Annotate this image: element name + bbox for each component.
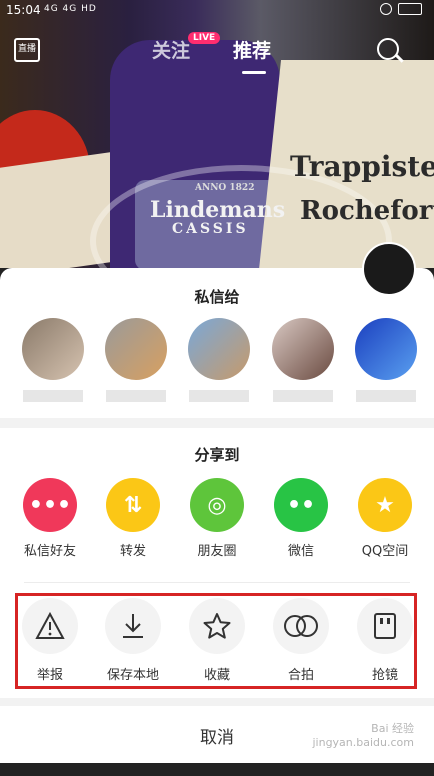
contact-avatar[interactable] (188, 318, 250, 380)
contact-avatar[interactable] (22, 318, 84, 380)
row-separator (24, 582, 410, 583)
live-tv-icon[interactable]: 直播 (14, 38, 40, 62)
contact-avatar[interactable] (272, 318, 334, 380)
tab-recommended[interactable]: 推荐 (233, 36, 271, 63)
status-right (380, 3, 422, 15)
status-time: 15:04 (6, 3, 41, 17)
moments-icon: ◎ (190, 478, 244, 532)
share-label: 微信 (287, 544, 314, 559)
rotation-lock-icon (380, 3, 392, 15)
share-label: QQ空间 (361, 544, 409, 559)
qzone-icon: ★ (358, 478, 412, 532)
search-icon[interactable] (377, 38, 399, 60)
share-label: 私信好友 (23, 544, 76, 559)
bg-trappistes: Trappistes (290, 150, 434, 183)
share-repost[interactable]: ⇅ 转发 (93, 478, 173, 559)
tab-following[interactable]: 关注 (152, 36, 190, 63)
bg-cassis: CASSIS (172, 221, 249, 237)
share-qzone[interactable]: ★ QQ空间 (345, 478, 425, 559)
bg-rochefort: Rochefort (300, 196, 434, 226)
section-divider (0, 418, 434, 428)
share-wechat[interactable]: •• 微信 (261, 478, 341, 559)
dm-title: 私信给 (194, 288, 240, 306)
contact-name-blurred (106, 390, 166, 402)
contact-avatar[interactable] (355, 318, 417, 380)
top-nav: 直播 关注 LIVE 推荐 (0, 30, 434, 74)
status-signal: 4G 4G HD (44, 4, 97, 14)
share-dm-friends[interactable]: ••• 私信好友 (10, 478, 90, 559)
bg-year: ANNO 1822 (195, 183, 255, 193)
share-title: 分享到 (194, 446, 240, 464)
contact-name-blurred (273, 390, 333, 402)
share-moments[interactable]: ◎ 朋友圈 (177, 478, 257, 559)
highlight-annotation (15, 593, 417, 689)
baidu-watermark: Bai 经验 jingyan.baidu.com (312, 722, 414, 749)
author-avatar[interactable] (362, 242, 416, 296)
status-bar: 15:04 4G 4G HD (0, 0, 434, 22)
wechat-icon: •• (274, 478, 328, 532)
contact-avatar[interactable] (105, 318, 167, 380)
battery-icon (398, 3, 422, 15)
contact-name-blurred (189, 390, 249, 402)
bg-lindemans: Lindemans (150, 197, 286, 223)
share-label: 转发 (119, 544, 146, 559)
share-label: 朋友圈 (197, 544, 237, 559)
contact-name-blurred (356, 390, 416, 402)
repost-icon: ⇅ (106, 478, 160, 532)
live-badge: LIVE (188, 32, 221, 44)
tab-active-indicator (242, 71, 266, 74)
contact-name-blurred (23, 390, 83, 402)
message-icon: ••• (23, 478, 77, 532)
